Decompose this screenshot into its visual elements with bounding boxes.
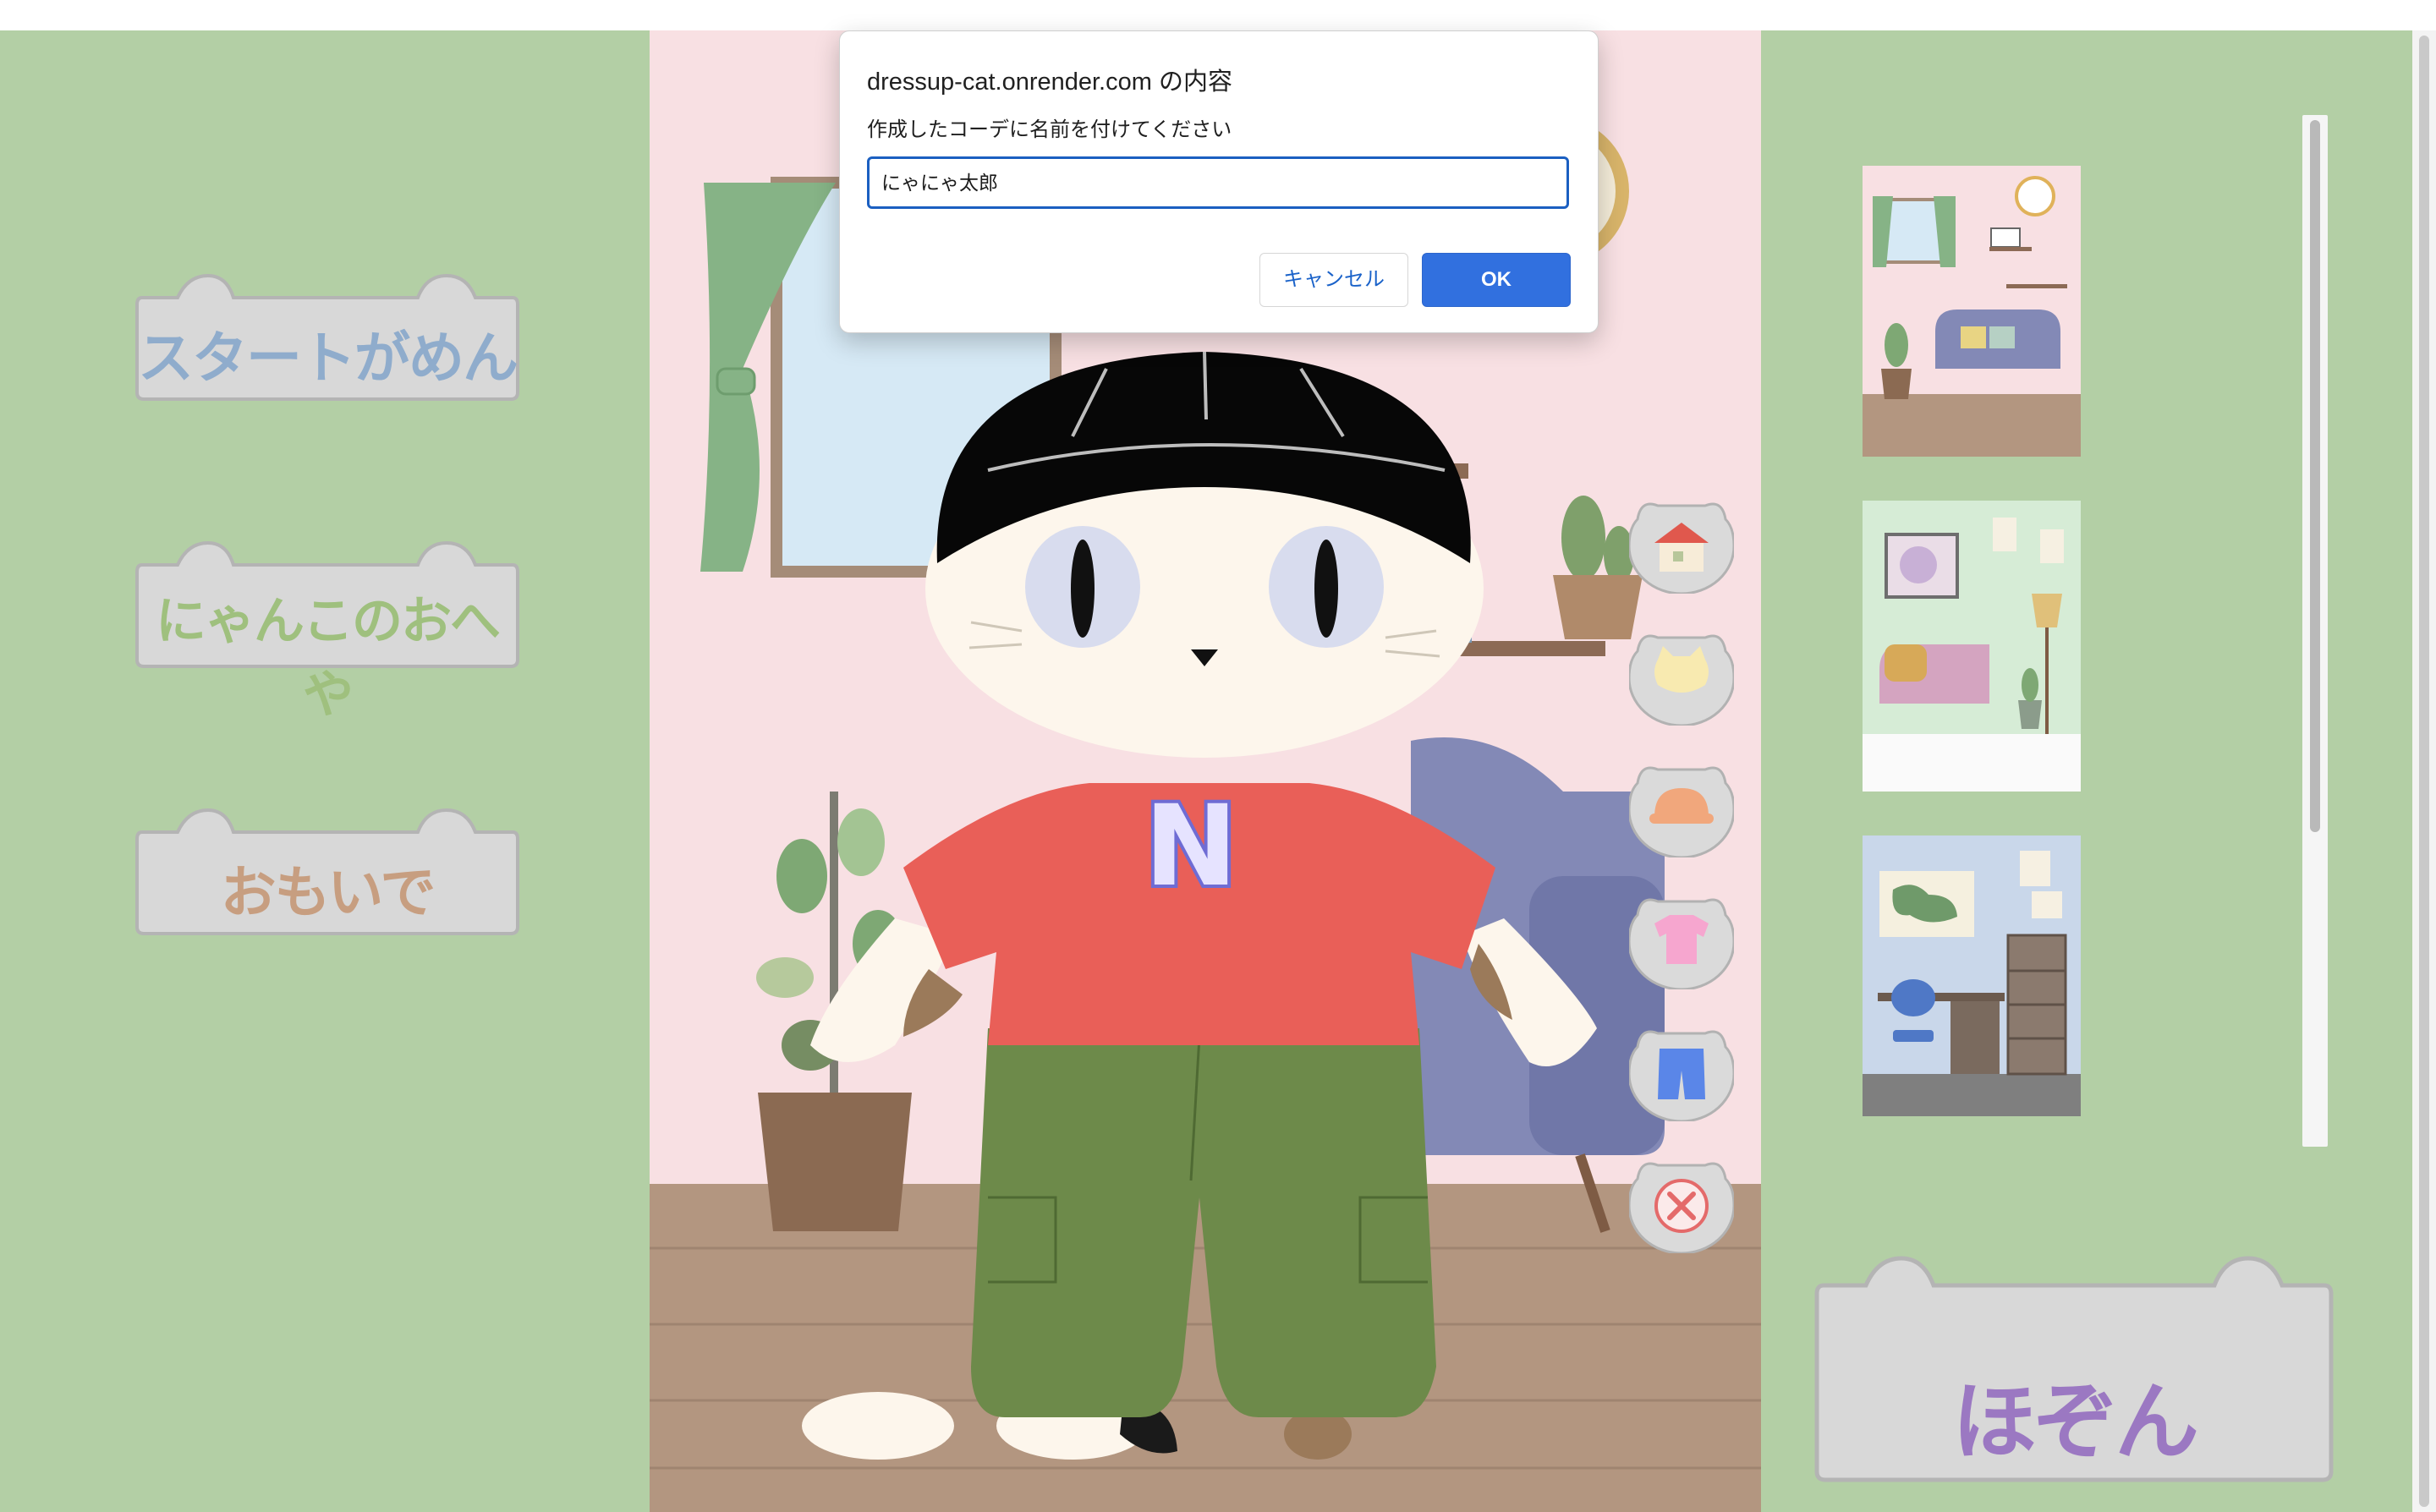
- start-screen-button[interactable]: スタートがめん: [135, 271, 519, 401]
- background-list-scrollbar[interactable]: [2302, 115, 2328, 1147]
- prompt-dialog: dressup-cat.onrender.com の内容 作成したコーデに名前を…: [839, 30, 1599, 333]
- top-category-button[interactable]: [1629, 890, 1734, 989]
- window-scroll-thumb[interactable]: [2419, 36, 2429, 1507]
- save-label: ほぞん: [1952, 1372, 2199, 1471]
- memories-button[interactable]: おもいで: [135, 805, 519, 935]
- cat-room-button[interactable]: にゃんこのおへや: [135, 538, 519, 725]
- save-button[interactable]: ほぞん: [1814, 1252, 2334, 1482]
- left-nav-panel: スタートがめん にゃんこのおへや おもいで: [0, 30, 650, 1512]
- background-category-button[interactable]: [1629, 494, 1734, 594]
- memories-label: おもいで: [220, 860, 436, 925]
- living-room-thumbnail[interactable]: [1863, 166, 2081, 457]
- body-category-button[interactable]: [1629, 626, 1734, 726]
- cancel-button[interactable]: キャンセル: [1259, 253, 1408, 307]
- remove-button[interactable]: [1629, 1153, 1734, 1253]
- cactus: [1561, 496, 1605, 580]
- background-list: [1863, 117, 2421, 1147]
- start-screen-label: スタートがめん: [138, 326, 518, 391]
- dialog-title: dressup-cat.onrender.com の内容: [867, 68, 1232, 96]
- ok-button[interactable]: OK: [1422, 253, 1571, 307]
- shirt-logo: N: [1144, 781, 1237, 912]
- hat-category-button[interactable]: [1629, 758, 1734, 857]
- potted-plant: [758, 1093, 912, 1231]
- green-room-thumbnail[interactable]: [1863, 501, 2081, 792]
- close-icon: [1654, 1179, 1709, 1233]
- outfit-name-input[interactable]: にゃにゃ太郎: [867, 156, 1569, 209]
- window-scrollbar[interactable]: [2412, 30, 2436, 1512]
- bottom-category-button[interactable]: [1629, 1022, 1734, 1121]
- cat-room-label: にゃんこのおへや: [156, 592, 501, 725]
- background-list-scroll-thumb[interactable]: [2310, 120, 2320, 832]
- study-room-thumbnail[interactable]: [1863, 835, 2081, 1116]
- dialog-message: 作成したコーデに名前を付けてください: [867, 118, 1232, 141]
